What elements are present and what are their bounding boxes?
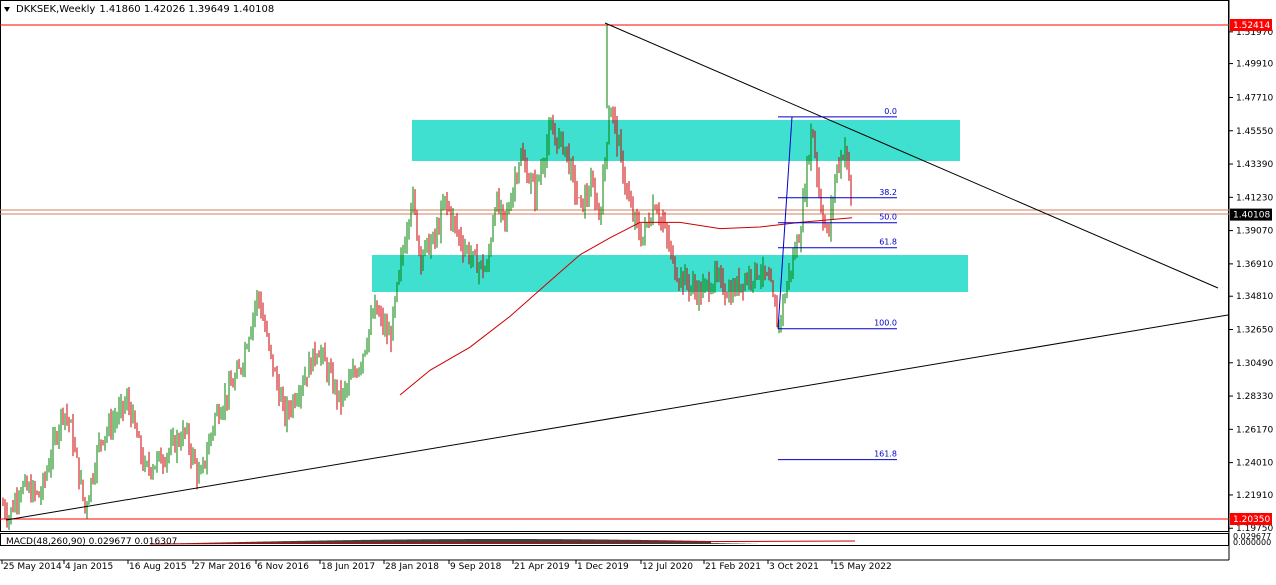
time-label: 21 Feb 2021	[705, 562, 761, 572]
time-label: 15 May 2022	[833, 562, 892, 572]
time-axis: 25 May 2014 4 Jan 2015 16 Aug 2015 27 Mar 2…	[1, 560, 892, 572]
moving-average-line	[399, 217, 853, 396]
price-label: 1.21910	[1236, 491, 1273, 501]
price-label: 1.45550	[1236, 127, 1273, 137]
price-label: 1.49910	[1236, 60, 1273, 70]
fib-level-label: 0.0	[884, 107, 897, 116]
price-label: 1.30490	[1236, 359, 1273, 369]
macd-pane: 0.0296770.000000	[149, 532, 1271, 547]
symbol-timeframe: DKKSEK,Weekly	[16, 4, 96, 15]
time-label: 28 Jan 2018	[385, 562, 439, 572]
time-label: 16 Aug 2015	[129, 562, 187, 572]
time-label: 12 Jul 2020	[642, 562, 693, 572]
macd-label: MACD(48,260,90) 0.029677 0.016307	[6, 537, 178, 547]
price-label: 1.41230	[1236, 193, 1273, 203]
time-label: 4 Jan 2015	[65, 562, 113, 572]
price-label: 1.28330	[1236, 392, 1273, 402]
time-label: 21 Apr 2019	[514, 562, 570, 572]
time-label: 27 Mar 2016	[194, 562, 251, 572]
time-label: 6 Nov 2016	[257, 562, 309, 572]
price-label: 1.36910	[1236, 260, 1273, 270]
time-label: 1 Dec 2019	[577, 562, 629, 572]
price-label: 1.32650	[1236, 325, 1273, 335]
fib-level-label: 61.8	[879, 238, 897, 247]
price-label: 1.24010	[1236, 459, 1273, 469]
price-label: 1.34810	[1236, 292, 1273, 302]
time-label: 25 May 2014	[3, 562, 62, 572]
chart-title-bar: DKKSEK,Weekly 1.41860 1.42026 1.39649 1.…	[4, 4, 274, 15]
price-axis: 1.519701.499101.477101.455501.433901.412…	[1229, 19, 1273, 534]
fib-level-label: 100.0	[874, 319, 897, 328]
support-zone	[372, 255, 968, 292]
fib-level-label: 161.8	[874, 450, 897, 459]
ascending-trendline	[5, 314, 1229, 521]
ohlc-values: 1.41860 1.42026 1.39649 1.40108	[99, 4, 275, 15]
fib-level-label: 50.0	[879, 213, 897, 222]
price-chart[interactable]: 0.038.250.061.8100.0161.8 1.519701.49910…	[0, 0, 1276, 581]
triangle-down-icon[interactable]	[4, 7, 10, 12]
time-label: 9 Sep 2018	[450, 562, 502, 572]
price-label: 1.47710	[1236, 93, 1273, 103]
macd-scale-zero: 0.000000	[1233, 538, 1271, 547]
bottom-level-tag: 1.20350	[1233, 515, 1270, 525]
time-label: 18 Jun 2017	[321, 562, 375, 572]
price-label: 1.26170	[1236, 425, 1273, 435]
current-price-tag: 1.40108	[1233, 211, 1270, 221]
time-label: 3 Oct 2021	[769, 562, 819, 572]
top-level-tag: 1.52414	[1233, 21, 1270, 31]
fib-level-label: 38.2	[879, 188, 897, 197]
price-label: 1.43390	[1236, 160, 1273, 170]
price-label: 1.39070	[1236, 227, 1273, 237]
chart-window[interactable]: 0.0 38.2 50.0 61.8 100.0 161.8 1.51970 1.49910…	[0, 0, 1276, 581]
